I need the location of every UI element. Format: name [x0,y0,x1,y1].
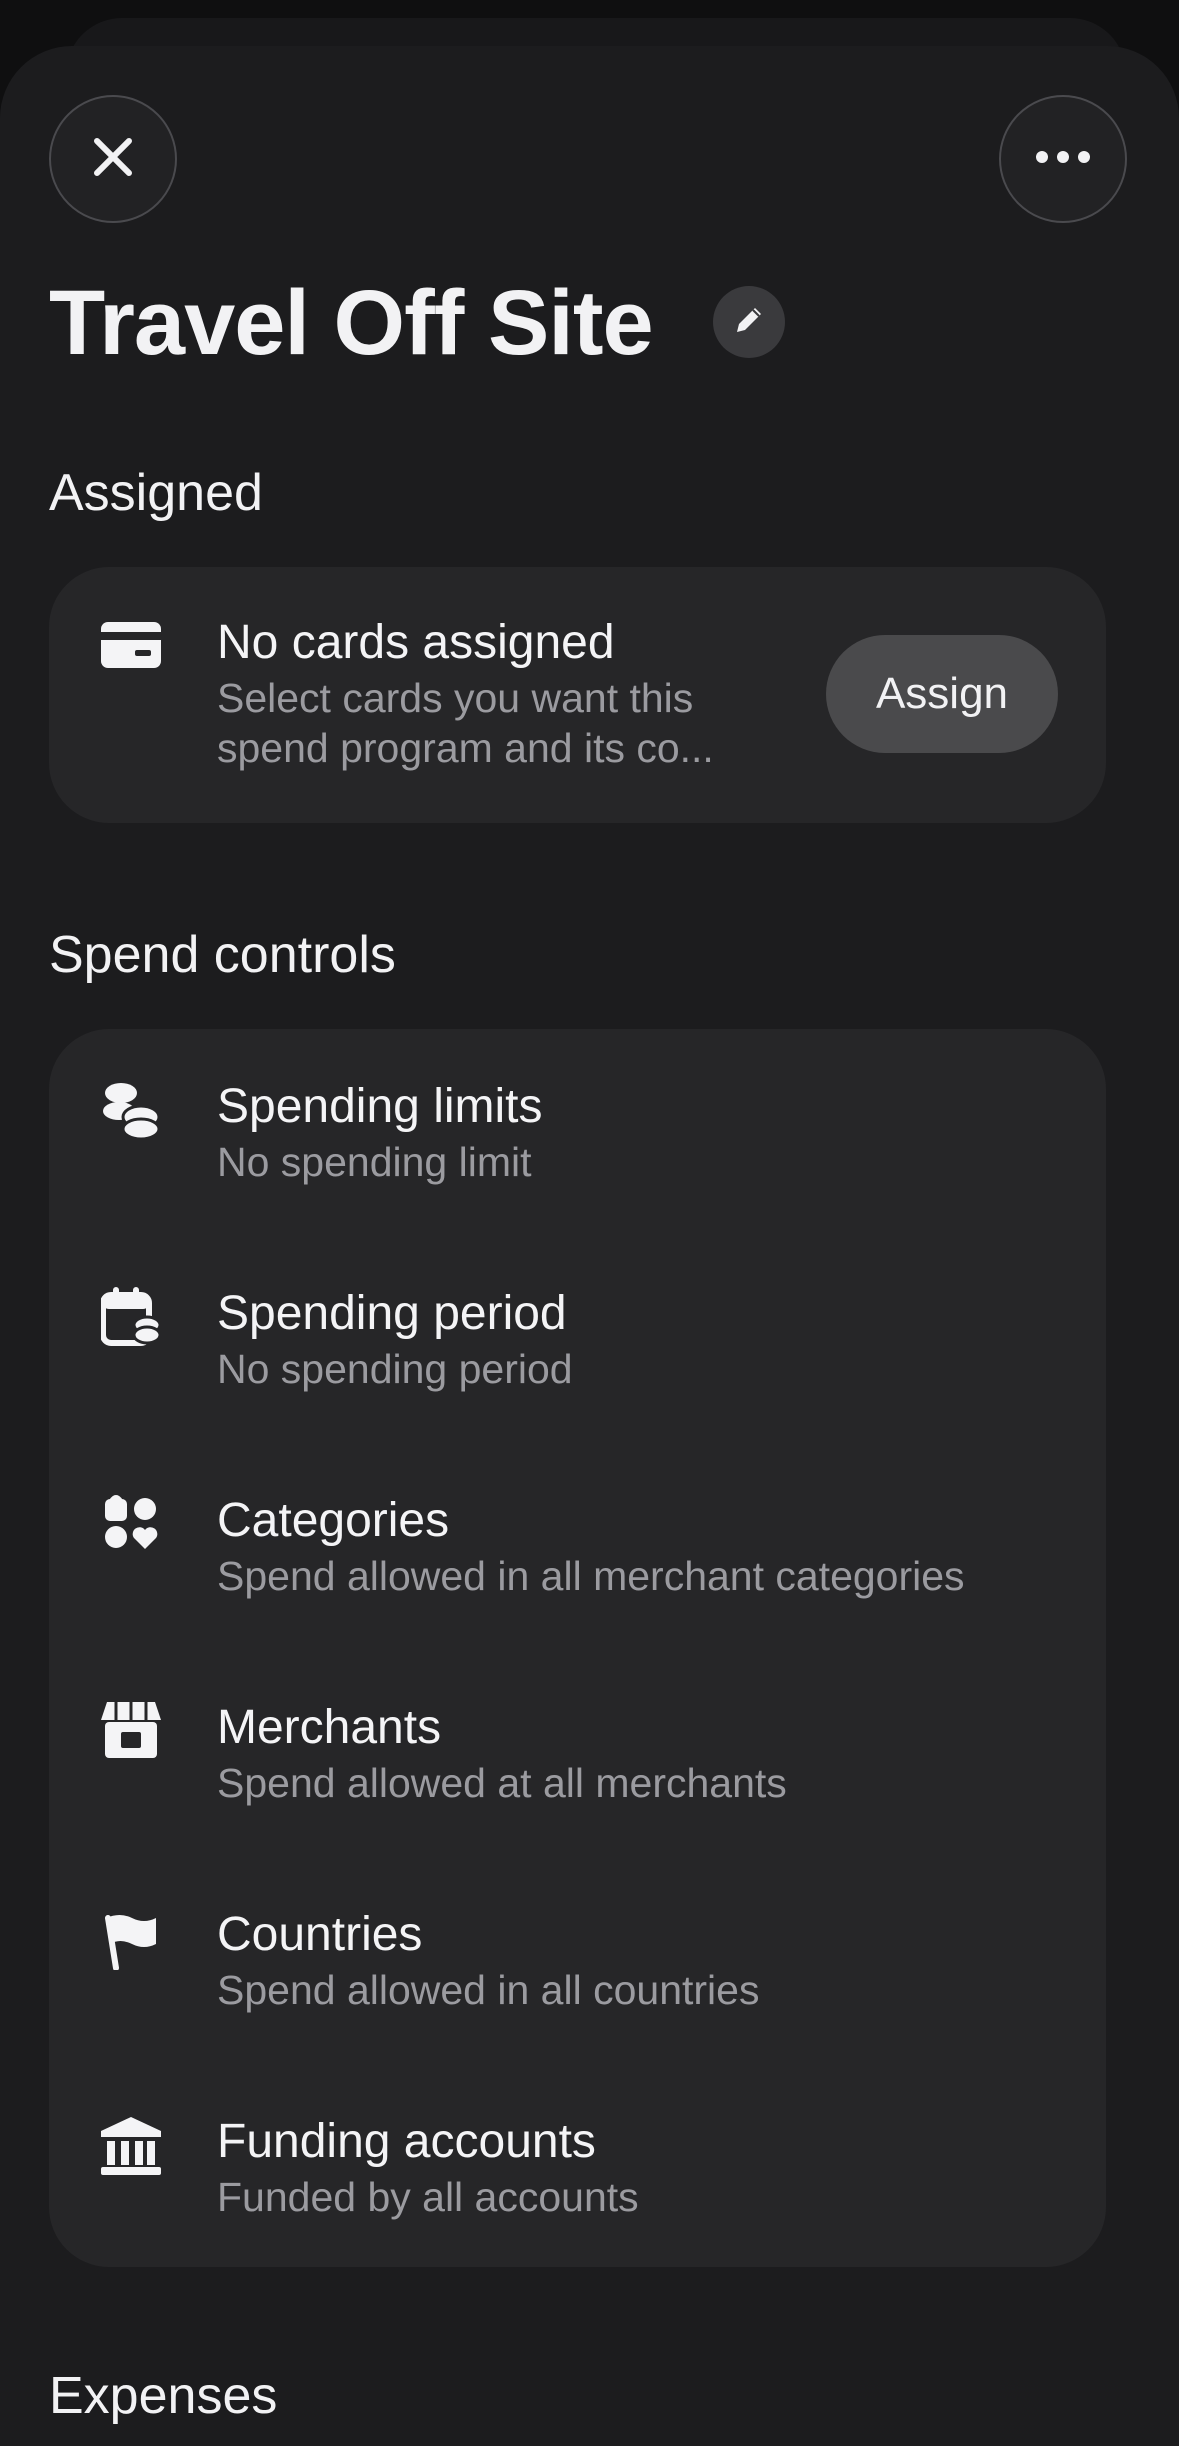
merchants-title: Merchants [217,1701,442,1754]
countries-row[interactable]: Countries Spend allowed in all countries [49,1857,1106,2057]
spending-period-title: Spending period [217,1287,567,1340]
merchants-row[interactable]: Merchants Spend allowed at all merchants [49,1650,1106,1850]
spending-limits-title: Spending limits [217,1080,543,1133]
storefront-icon [101,1700,161,1760]
spending-limits-row[interactable]: Spending limits No spending limit [49,1029,1106,1229]
close-icon [91,135,135,184]
categories-title: Categories [217,1494,450,1547]
assigned-card: No cards assigned Select cards you want … [49,567,1106,823]
spending-period-row[interactable]: Spending period No spending period [49,1236,1106,1436]
categories-row[interactable]: Categories Spend allowed in all merchant… [49,1443,1106,1643]
more-horizontal-icon [1035,150,1091,169]
categories-subtitle: Spend allowed in all merchant categories [217,1553,965,1599]
spending-limits-subtitle: No spending limit [217,1139,532,1185]
pencil-icon [731,302,767,343]
bank-icon [101,2116,161,2176]
spend-controls-card: Spending limits No spending limit Spendi… [49,1029,1106,2267]
coins-icon [101,1081,161,1141]
funding-accounts-subtitle: Funded by all accounts [217,2174,639,2220]
assigned-section-title: Assigned [49,464,263,522]
categories-icon [101,1493,161,1553]
calendar-coins-icon [101,1287,161,1348]
more-options-button[interactable] [999,95,1127,223]
close-button[interactable] [49,95,177,223]
credit-card-icon [101,615,161,675]
spending-period-subtitle: No spending period [217,1346,573,1392]
assign-button[interactable]: Assign [826,635,1058,753]
merchants-subtitle: Spend allowed at all merchants [217,1760,787,1806]
edit-title-button[interactable] [713,286,785,358]
funding-accounts-row[interactable]: Funding accounts Funded by all accounts [49,2064,1106,2264]
page-title: Travel Off Site [49,272,654,374]
expenses-section-title: Expenses [49,2367,278,2425]
flag-icon [101,1911,161,1971]
spend-controls-section-title: Spend controls [49,926,396,984]
assigned-status-subtitle: Select cards you want this spend program… [217,675,714,771]
countries-subtitle: Spend allowed in all countries [217,1967,760,2013]
countries-title: Countries [217,1908,423,1961]
assigned-status-title: No cards assigned [217,616,615,669]
funding-accounts-title: Funding accounts [217,2115,596,2168]
